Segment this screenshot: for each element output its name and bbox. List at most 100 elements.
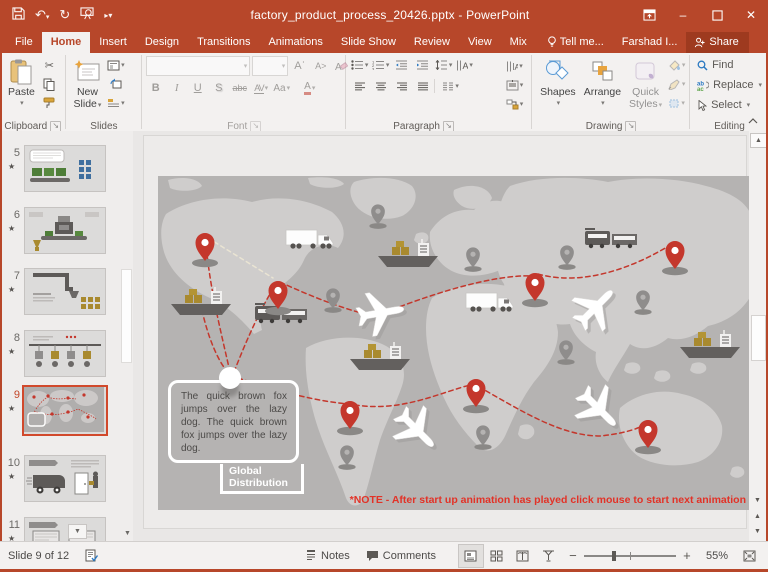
find-button[interactable]: Find — [694, 56, 736, 74]
tab-transitions[interactable]: Transitions — [188, 32, 259, 53]
previous-slide-button[interactable]: ▲ — [750, 510, 765, 523]
tab-home[interactable]: Home — [42, 32, 91, 53]
share-button[interactable]: Share — [686, 32, 748, 53]
normal-view-button[interactable] — [458, 544, 484, 568]
thumbnail-scroll-down-icon[interactable]: ▼ — [122, 528, 133, 539]
reset-slide-icon[interactable] — [106, 75, 125, 93]
slide-thumbnail-6[interactable]: 6★ — [2, 207, 133, 257]
slide-thumbnail-9[interactable]: 9★ — [2, 387, 133, 437]
redo-icon[interactable]: ↻ — [59, 7, 70, 23]
thumbnail-image[interactable] — [24, 330, 106, 377]
tab-insert[interactable]: Insert — [90, 32, 136, 53]
change-case-button[interactable]: Aa▾ — [272, 79, 291, 97]
tab-design[interactable]: Design — [136, 32, 188, 53]
fit-to-window-button[interactable] — [736, 544, 762, 568]
text-align-vertical-icon[interactable]: A▾ — [505, 57, 524, 75]
slide-sorter-view-button[interactable] — [484, 544, 510, 568]
undo-icon[interactable]: ↶▾ — [35, 7, 49, 23]
maximize-button[interactable] — [700, 0, 734, 30]
slide-layout-icon[interactable]: ▾ — [106, 56, 125, 74]
select-button[interactable]: Select▾ — [694, 96, 753, 114]
decrease-indent-icon[interactable] — [392, 56, 411, 74]
slide-thumbnail-10[interactable]: 10★ — [2, 455, 133, 505]
strikethrough-button[interactable]: abc — [230, 79, 249, 97]
line-spacing-icon[interactable]: ▾ — [434, 56, 453, 74]
numbering-icon[interactable]: 123▾ — [371, 56, 390, 74]
notes-toggle[interactable]: Notes — [297, 544, 358, 568]
callout-bubble[interactable]: The quick brown fox jumps over the lazy … — [168, 380, 299, 463]
zoom-out-button[interactable]: − — [568, 548, 578, 563]
tab-review[interactable]: Review — [405, 32, 459, 53]
font-name-combo[interactable]: ▾ — [146, 56, 250, 76]
increase-indent-icon[interactable] — [413, 56, 432, 74]
tab-file[interactable]: File — [6, 32, 42, 53]
tab-mix[interactable]: Mix — [501, 32, 536, 53]
slide-thumbnail-8[interactable]: 8★ — [2, 330, 133, 380]
shapes-button[interactable]: Shapes ▾ — [536, 56, 580, 112]
bullets-icon[interactable]: ▾ — [350, 56, 369, 74]
world-map-graphic[interactable]: The quick brown fox jumps over the lazy … — [158, 176, 752, 510]
slide-thumbnail-5[interactable]: 5★ — [2, 145, 133, 195]
scroll-down-icon[interactable]: ▼ — [750, 494, 765, 507]
align-right-icon[interactable] — [392, 77, 411, 95]
tab-view[interactable]: View — [459, 32, 501, 53]
account-user-name[interactable]: Farshad I... — [613, 32, 687, 53]
global-distribution-label[interactable]: Global Distribution — [220, 464, 304, 494]
ribbon-display-options-icon[interactable] — [632, 0, 666, 30]
replace-button[interactable]: abac Replace▾ — [694, 76, 765, 94]
shape-effects-icon[interactable]: ▾ — [667, 94, 686, 112]
minimize-button[interactable]: – — [666, 0, 700, 30]
tab-slide-show[interactable]: Slide Show — [332, 32, 405, 53]
shape-outline-icon[interactable]: ▾ — [667, 75, 686, 93]
font-size-combo[interactable]: ▾ — [252, 56, 288, 76]
cut-icon[interactable]: ✂ — [40, 56, 59, 74]
next-slide-button[interactable]: ▼ — [750, 525, 765, 538]
section-icon[interactable]: ▾ — [106, 94, 125, 112]
quick-styles-button[interactable]: Quick Styles▾ — [625, 56, 666, 114]
underline-button[interactable]: U — [188, 79, 207, 97]
format-painter-icon[interactable] — [40, 94, 59, 112]
align-left-icon[interactable] — [350, 77, 369, 95]
slide-indicator[interactable]: Slide 9 of 12 — [0, 544, 77, 568]
shape-fill-icon[interactable]: ▾ — [667, 56, 686, 74]
align-center-icon[interactable] — [371, 77, 390, 95]
scroll-up-icon[interactable]: ▲ — [750, 133, 766, 148]
thumbnail-image[interactable] — [22, 385, 108, 436]
thumbnail-scrollbar[interactable] — [121, 269, 132, 363]
thumbnail-pane-dropdown[interactable]: ▼ — [68, 524, 87, 539]
bold-button[interactable]: B — [146, 79, 165, 97]
save-icon[interactable] — [12, 7, 25, 23]
convert-smartart-icon[interactable]: ▾ — [505, 95, 524, 113]
new-slide-button[interactable]: New Slide▾ — [70, 56, 106, 114]
tab-animations[interactable]: Animations — [259, 32, 331, 53]
thumbnail-image[interactable] — [24, 455, 106, 502]
zoom-slider-thumb[interactable] — [612, 551, 616, 561]
align-text-icon[interactable]: ▾ — [505, 76, 524, 94]
thumbnail-image[interactable] — [24, 517, 106, 541]
paste-button[interactable]: Paste ▾ — [4, 56, 39, 112]
spell-check-icon[interactable] — [77, 544, 107, 568]
justify-icon[interactable] — [413, 77, 432, 95]
thumbnail-image[interactable] — [24, 268, 106, 315]
slide-9-editing-surface[interactable]: The quick brown fox jumps over the lazy … — [144, 136, 746, 528]
slide-thumbnail-7[interactable]: 7★ — [2, 268, 133, 318]
customize-qat-icon[interactable]: ▸▾ — [104, 11, 112, 20]
comments-toggle[interactable]: Comments — [358, 544, 444, 568]
close-button[interactable]: ✕ — [734, 0, 768, 30]
zoom-in-button[interactable]: + — [682, 548, 692, 563]
zoom-slider[interactable] — [584, 555, 676, 557]
text-shadow-button[interactable]: S — [209, 79, 228, 97]
font-color-button[interactable]: A▾ — [300, 79, 319, 97]
collapse-ribbon-icon[interactable] — [748, 115, 758, 127]
character-spacing-button[interactable]: AV▾ — [251, 79, 270, 97]
arrange-button[interactable]: Arrange ▾ — [580, 56, 625, 112]
thumbnail-image[interactable] — [24, 207, 106, 254]
reading-view-button[interactable] — [510, 544, 536, 568]
copy-icon[interactable] — [40, 75, 59, 93]
text-direction-icon[interactable]: A▾ — [455, 56, 474, 74]
thumbnail-image[interactable] — [24, 145, 106, 192]
slideshow-view-button[interactable] — [536, 544, 562, 568]
increase-font-size-icon[interactable]: Aʾ — [290, 57, 309, 75]
italic-button[interactable]: I — [167, 79, 186, 97]
scrollbar-thumb[interactable] — [751, 315, 766, 361]
